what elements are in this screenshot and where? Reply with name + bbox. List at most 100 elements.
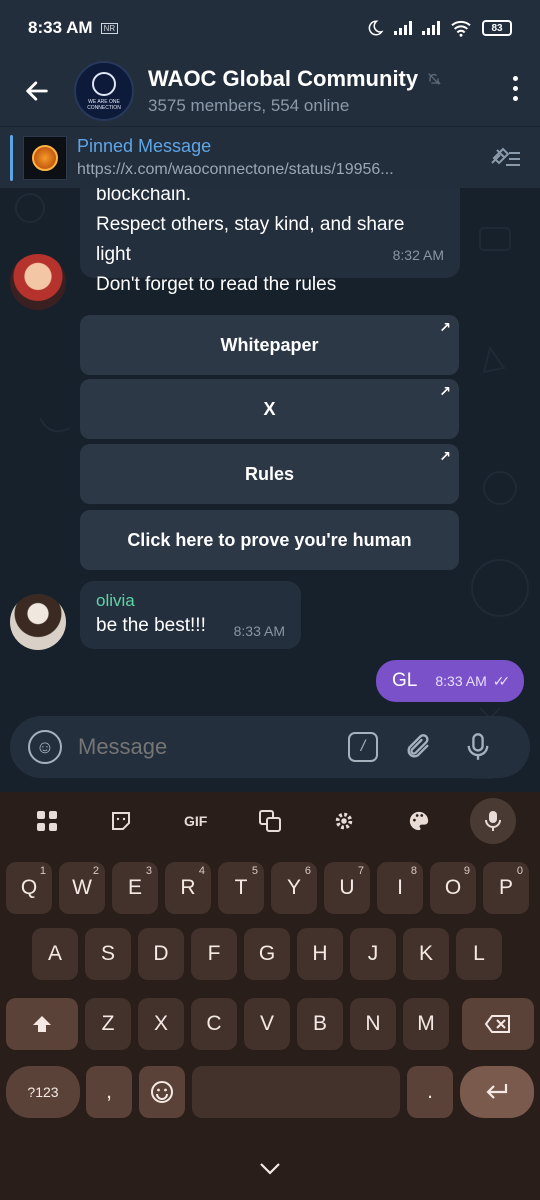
status-icons: 83 xyxy=(366,19,512,37)
key-row-3: Z X C V B N M xyxy=(0,998,540,1050)
pinned-message[interactable]: Pinned Message https://x.com/waoconnecto… xyxy=(0,126,540,188)
attach-button[interactable] xyxy=(398,727,438,767)
key-q[interactable]: Q1 xyxy=(6,862,52,914)
backspace-key[interactable] xyxy=(462,998,534,1050)
status-time: 8:33 AM xyxy=(28,18,93,37)
key-a[interactable]: A xyxy=(32,928,78,980)
inline-button-whitepaper[interactable]: Whitepaper ↗ xyxy=(80,315,459,375)
key-i[interactable]: I8 xyxy=(377,862,423,914)
voice-record-button[interactable] xyxy=(458,727,498,767)
key-e[interactable]: E3 xyxy=(112,862,158,914)
sender-name[interactable]: olivia xyxy=(96,591,285,611)
key-m[interactable]: M xyxy=(403,998,449,1050)
bot-commands-button[interactable]: / xyxy=(348,732,378,762)
key-x[interactable]: X xyxy=(138,998,184,1050)
avatar-text: WE ARE ONE CONNECTION xyxy=(87,98,121,111)
inline-button-label: X xyxy=(263,398,276,419)
chat-area[interactable]: blockchain. Respect others, stay kind, a… xyxy=(0,188,540,792)
pinned-indicator xyxy=(10,134,13,181)
key-s[interactable]: S xyxy=(85,928,131,980)
coin-icon xyxy=(32,144,58,171)
sender-avatar-olivia[interactable] xyxy=(10,594,66,650)
period-key[interactable]: . xyxy=(407,1066,453,1118)
key-h[interactable]: H xyxy=(297,928,343,980)
wifi-icon xyxy=(451,20,471,37)
key-f[interactable]: F xyxy=(191,928,237,980)
battery-icon: 83 xyxy=(482,20,512,36)
key-g[interactable]: G xyxy=(244,928,290,980)
translate-icon[interactable] xyxy=(247,798,293,844)
palette-icon[interactable] xyxy=(396,798,442,844)
gif-button[interactable]: GIF xyxy=(173,798,219,844)
chat-title: WAOC Global Community xyxy=(148,66,442,92)
inline-button-x[interactable]: X ↗ xyxy=(80,379,459,439)
signal-icon-1 xyxy=(394,21,412,35)
apps-grid-icon[interactable] xyxy=(24,798,70,844)
chat-header: WE ARE ONE CONNECTION WAOC Global Commun… xyxy=(0,56,540,126)
key-b[interactable]: B xyxy=(297,998,343,1050)
pinned-title: Pinned Message xyxy=(77,136,212,156)
key-row-2: A S D F G H J K L xyxy=(0,928,540,980)
chevron-down-icon[interactable] xyxy=(258,1160,282,1176)
message-bubble-incoming[interactable]: blockchain. Respect others, stay kind, a… xyxy=(80,188,460,295)
enter-key[interactable] xyxy=(460,1066,534,1118)
key-p[interactable]: P0 xyxy=(483,862,529,914)
sticker-icon[interactable] xyxy=(98,798,144,844)
sender-avatar-bot[interactable] xyxy=(10,254,66,310)
key-r[interactable]: R4 xyxy=(165,862,211,914)
key-c[interactable]: C xyxy=(191,998,237,1050)
chat-title-text: WAOC Global Community xyxy=(148,66,419,91)
more-menu-button[interactable] xyxy=(513,76,518,101)
arrow-left-icon xyxy=(26,81,48,101)
external-link-icon: ↗ xyxy=(439,319,451,335)
paperclip-icon xyxy=(407,734,429,758)
message-input[interactable] xyxy=(78,734,348,760)
message-time: 8:33 AM xyxy=(233,623,285,639)
group-avatar[interactable]: WE ARE ONE CONNECTION xyxy=(74,61,134,121)
key-d[interactable]: D xyxy=(138,928,184,980)
shift-key[interactable] xyxy=(6,998,78,1050)
key-u[interactable]: U7 xyxy=(324,862,370,914)
message-line: Don't forget to read the rules xyxy=(96,274,337,295)
emoji-key[interactable] xyxy=(139,1066,185,1118)
inline-button-label: Click here to prove you're human xyxy=(127,529,412,550)
key-l[interactable]: L xyxy=(456,928,502,980)
inline-button-rules[interactable]: Rules ↗ xyxy=(80,444,459,504)
message-line: Respect others, stay kind, and share xyxy=(96,214,405,235)
emoji-button[interactable]: ☺ xyxy=(28,730,62,764)
key-v[interactable]: V xyxy=(244,998,290,1050)
pinned-link: https://x.com/waoconnectone/status/19956… xyxy=(77,161,394,178)
shift-arrow-icon xyxy=(33,1016,51,1032)
message-bubble-outgoing[interactable]: GL 8:33 AM ✓✓ xyxy=(376,660,524,702)
key-k[interactable]: K xyxy=(403,928,449,980)
symbols-key[interactable]: ?123 xyxy=(6,1066,80,1118)
enter-arrow-icon xyxy=(486,1084,508,1099)
logo-ring-icon xyxy=(92,71,116,96)
external-link-icon: ↗ xyxy=(439,383,451,399)
key-y[interactable]: Y6 xyxy=(271,862,317,914)
inline-button-label: Whitepaper xyxy=(220,334,319,355)
key-n[interactable]: N xyxy=(350,998,396,1050)
key-j[interactable]: J xyxy=(350,928,396,980)
header-text[interactable]: WAOC Global Community 3575 members, 554 … xyxy=(148,66,442,116)
message-bubble-olivia[interactable]: olivia be the best!!! 8:33 AM xyxy=(80,581,301,649)
inline-button-verify-human[interactable]: Click here to prove you're human xyxy=(80,510,459,570)
space-key[interactable] xyxy=(192,1066,400,1118)
back-button[interactable] xyxy=(0,56,74,126)
message-time: 8:33 AM xyxy=(435,673,487,689)
comma-key[interactable]: , xyxy=(86,1066,132,1118)
key-o[interactable]: O9 xyxy=(430,862,476,914)
key-w[interactable]: W2 xyxy=(59,862,105,914)
pinned-thumbnail xyxy=(23,135,67,180)
status-bar: 8:33 AM NR 83 xyxy=(0,0,540,56)
message-line: blockchain. xyxy=(96,188,192,205)
pin-list-icon[interactable] xyxy=(488,145,522,171)
navigation-bar xyxy=(0,1136,540,1200)
key-t[interactable]: T5 xyxy=(218,862,264,914)
mute-icon xyxy=(428,73,442,85)
keyboard-mic-icon[interactable] xyxy=(469,798,516,844)
key-z[interactable]: Z xyxy=(85,998,131,1050)
settings-gear-icon[interactable] xyxy=(321,798,367,844)
message-time: 8:32 AM xyxy=(392,247,444,263)
moon-icon xyxy=(368,20,384,36)
